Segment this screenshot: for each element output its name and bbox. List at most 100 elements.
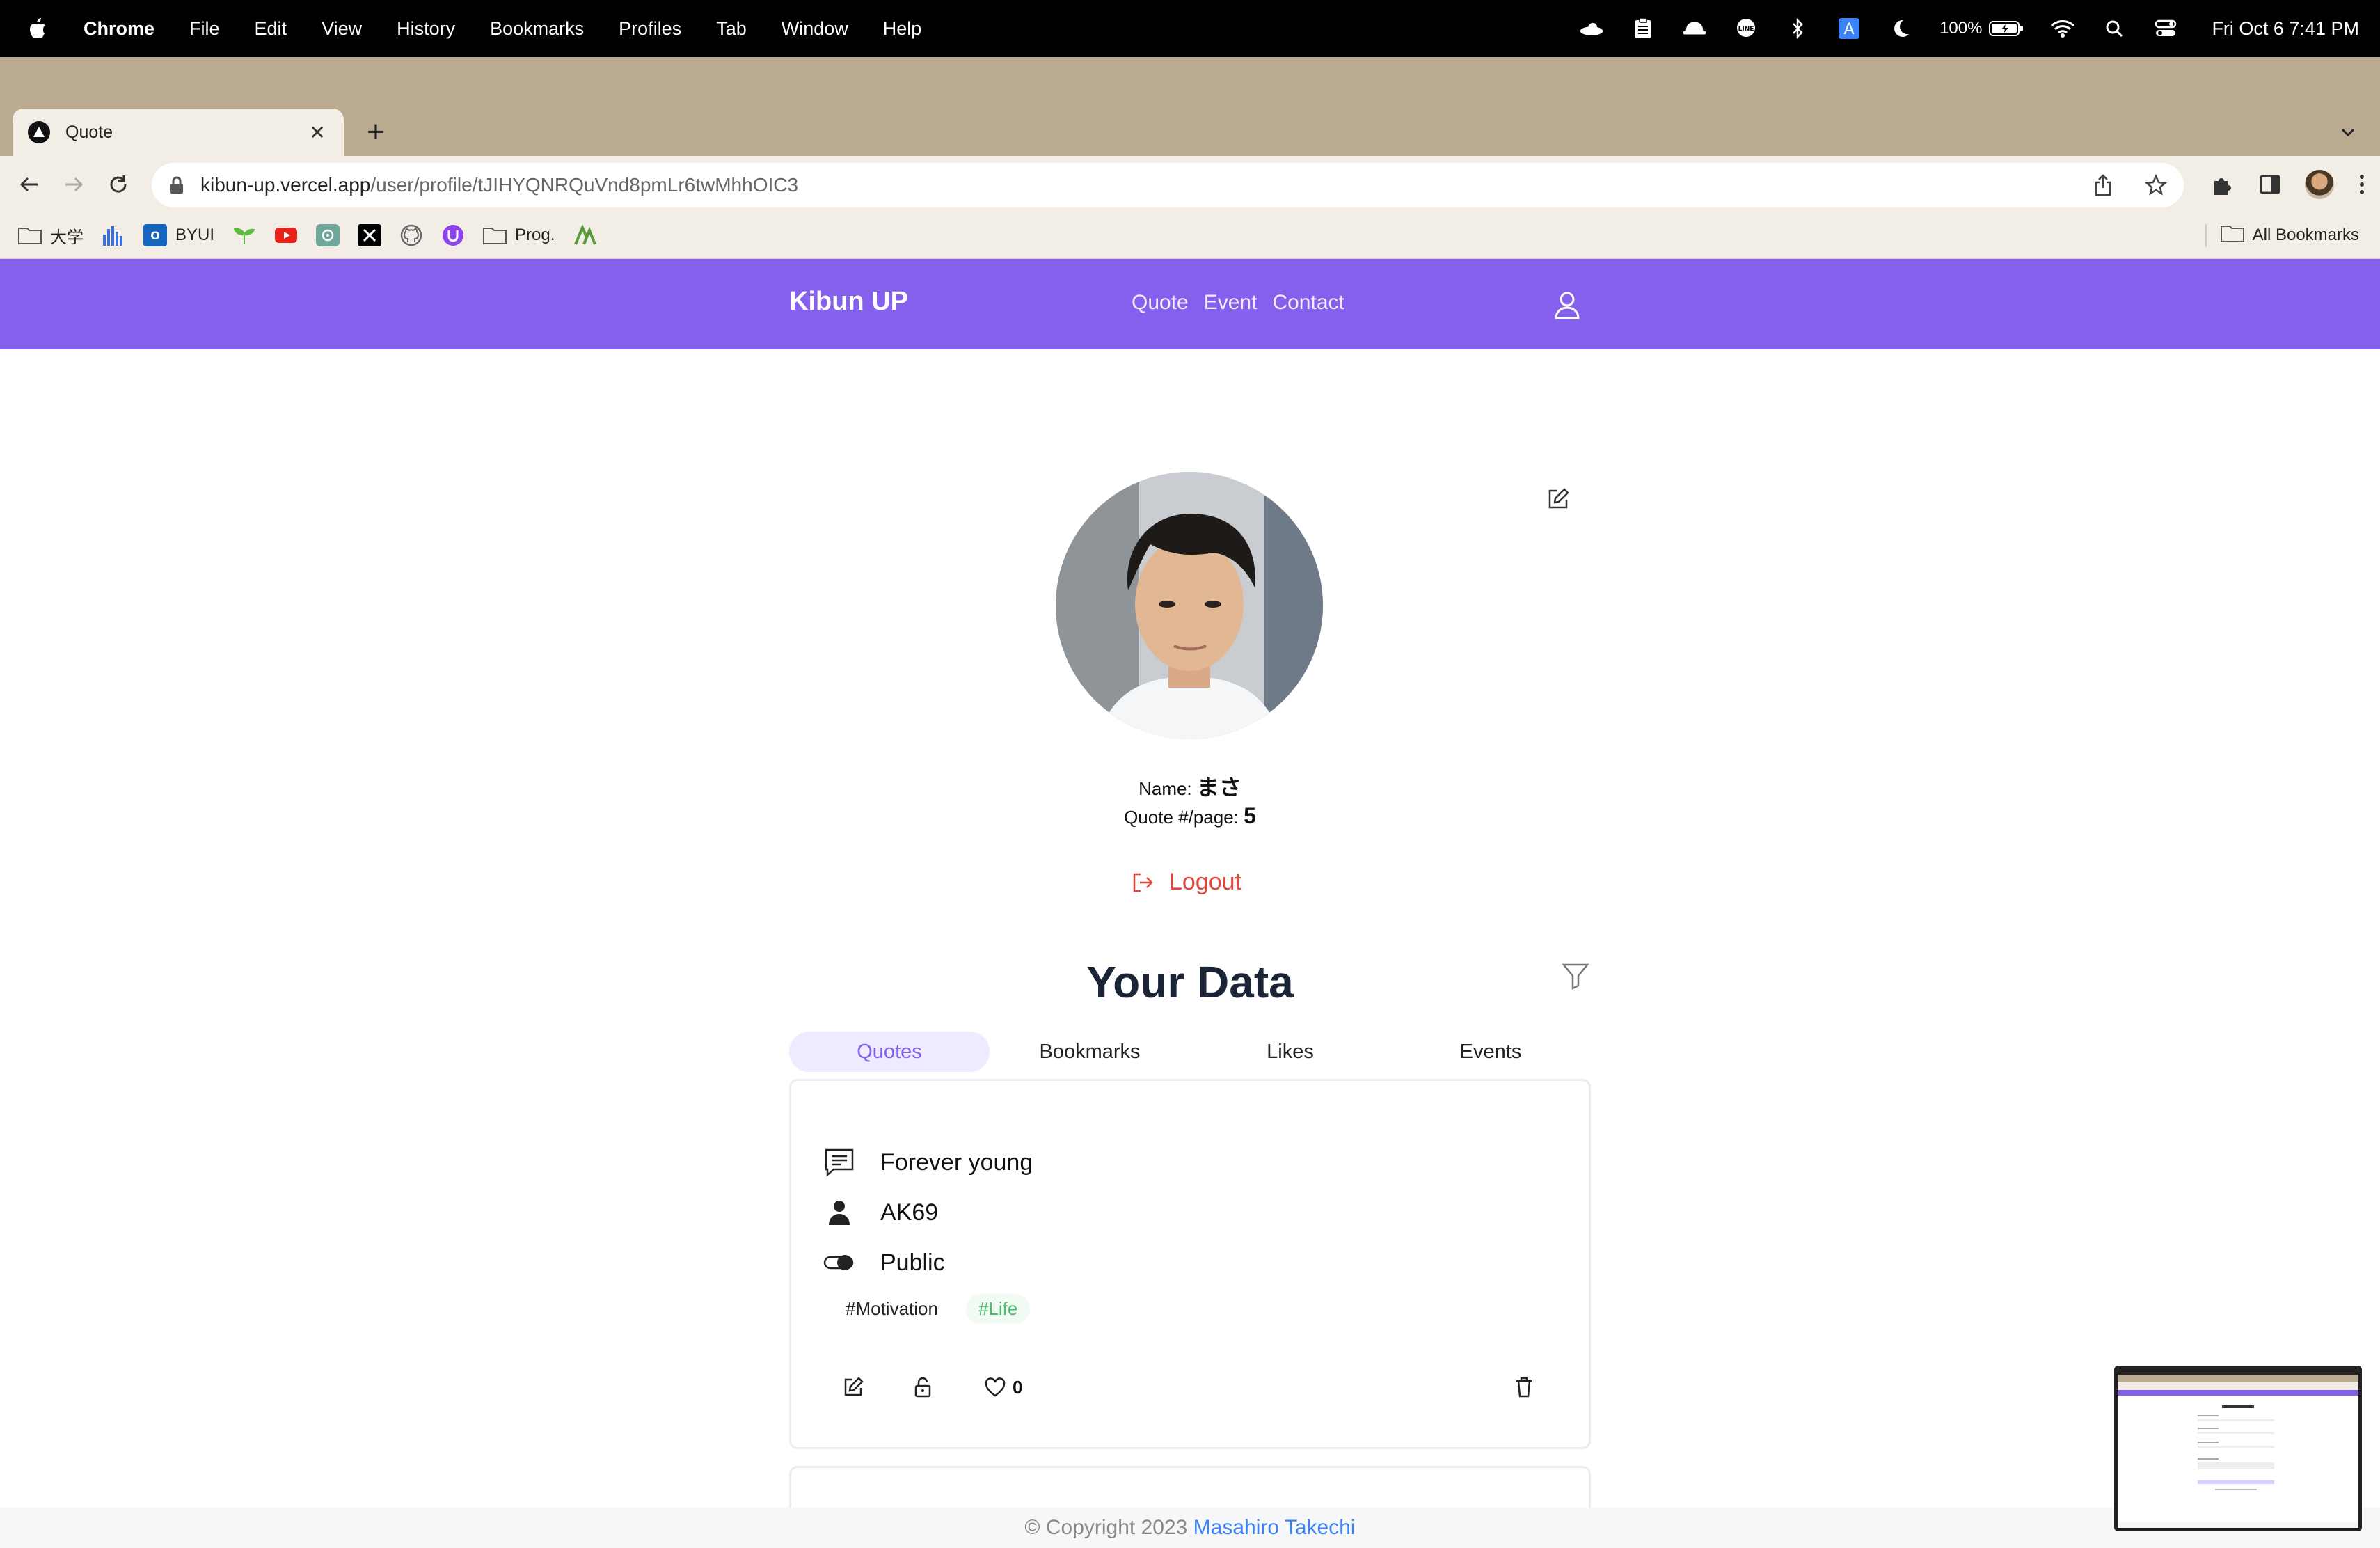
line-icon[interactable]: LINE [1734, 16, 1759, 41]
bookmark-udemy[interactable] [441, 224, 465, 246]
back-arrow-icon[interactable] [14, 169, 45, 200]
github-icon [399, 224, 423, 246]
url-text: kibun-up.vercel.app/user/profile/tJIHYQN… [200, 174, 798, 196]
bluetooth-icon[interactable] [1785, 16, 1810, 41]
toggle-privacy-button[interactable] [914, 1368, 932, 1407]
menu-profiles[interactable]: Profiles [619, 18, 681, 40]
outlook-icon: O [143, 224, 167, 246]
quote-actions: 0 [791, 1368, 1589, 1407]
share-icon[interactable] [2093, 174, 2113, 196]
clipboard-icon[interactable] [1631, 16, 1656, 41]
tab-likes[interactable]: Likes [1190, 1032, 1390, 1072]
profile-avatar-icon[interactable] [2305, 170, 2334, 199]
browser-tab-quote[interactable]: Quote ✕ [13, 109, 344, 156]
menu-edit[interactable]: Edit [255, 18, 287, 40]
quote-text-row: Forever young [823, 1146, 1033, 1178]
menu-history[interactable]: History [397, 18, 455, 40]
menu-file[interactable]: File [189, 18, 220, 40]
folder-icon [2220, 224, 2244, 247]
extensions-puzzle-icon[interactable] [2212, 173, 2235, 196]
browser-tab-strip: Quote ✕ + [0, 57, 2380, 156]
moon-icon[interactable] [1888, 16, 1913, 41]
spotlight-search-icon[interactable] [2102, 16, 2127, 41]
copyright-text: © Copyright 2023 [1024, 1516, 1188, 1539]
folder-icon [18, 224, 42, 246]
bookmark-youtube[interactable] [274, 224, 298, 246]
cloud-app-icon[interactable] [1579, 16, 1604, 41]
logout-button[interactable]: Logout [1132, 869, 1241, 896]
menu-help[interactable]: Help [883, 18, 922, 40]
menu-bookmarks[interactable]: Bookmarks [490, 18, 584, 40]
new-tab-button[interactable]: + [362, 117, 390, 148]
battery-icon [1989, 21, 2024, 36]
all-bookmarks-button[interactable]: All Bookmarks [2205, 223, 2359, 247]
quotes-per-page-value: 5 [1244, 803, 1256, 828]
folder-icon [483, 224, 507, 246]
more-menu-icon[interactable] [2358, 173, 2366, 196]
battery-status[interactable]: 100% [1939, 19, 2024, 38]
control-center-icon[interactable] [2153, 16, 2178, 41]
screenshot-thumbnail[interactable] [2114, 1366, 2362, 1531]
hat-icon[interactable] [1682, 16, 1707, 41]
bookmark-github[interactable] [399, 224, 423, 246]
bookmark-byui[interactable]: O BYUI [143, 224, 214, 246]
tag-motivation[interactable]: #Motivation [833, 1294, 951, 1324]
reload-icon[interactable] [103, 169, 134, 200]
bookmark-chatgpt[interactable] [316, 224, 340, 246]
nav-link-quote[interactable]: Quote [1132, 291, 1189, 315]
bookmark-app[interactable] [573, 224, 597, 246]
wifi-icon[interactable] [2050, 16, 2075, 41]
app-icon [573, 224, 597, 246]
bookmark-star-icon[interactable] [2145, 174, 2167, 196]
svg-text:LINE: LINE [1738, 26, 1754, 33]
menu-view[interactable]: View [322, 18, 362, 40]
profile-avatar [1056, 472, 1323, 739]
bookmark-x[interactable] [358, 224, 382, 246]
quote-tags: #Motivation #Life [833, 1294, 1031, 1324]
apple-icon[interactable] [25, 15, 49, 42]
forward-arrow-icon[interactable] [58, 169, 89, 200]
menu-window[interactable]: Window [782, 18, 848, 40]
menu-tab[interactable]: Tab [716, 18, 747, 40]
author-link[interactable]: Masahiro Takechi [1193, 1516, 1356, 1539]
close-tab-icon[interactable]: ✕ [306, 121, 328, 144]
address-bar[interactable]: kibun-up.vercel.app/user/profile/tJIHYQN… [152, 163, 2184, 207]
url-path: /user/profile/tJIHYQNRQuVnd8pmLr6twMhhOI… [370, 174, 799, 196]
bookmark-daigaku[interactable]: 大学 [18, 223, 84, 248]
like-count: 0 [1013, 1376, 1023, 1398]
tag-life[interactable]: #Life [965, 1294, 1031, 1324]
like-button[interactable]: 0 [985, 1368, 1022, 1407]
tab-search-chevron-icon[interactable] [2337, 121, 2359, 143]
user-account-icon[interactable] [1552, 290, 1582, 320]
bookmark-sprout[interactable] [232, 224, 256, 246]
bookmark-label: 大学 [50, 228, 84, 247]
quote-visibility-row: Public [823, 1247, 945, 1279]
menubar-clock[interactable]: Fri Oct 6 7:41 PM [2212, 18, 2359, 40]
filter-icon[interactable] [1562, 962, 1589, 990]
tab-title: Quote [65, 122, 113, 142]
nav-link-event[interactable]: Event [1204, 291, 1258, 315]
input-source-icon[interactable]: A [1836, 16, 1862, 41]
bookmark-prog[interactable]: Prog. [483, 224, 555, 246]
menu-app-chrome[interactable]: Chrome [84, 18, 154, 40]
quote-card: Forever young AK69 Public #Motivation #L… [789, 1079, 1591, 1449]
lock-icon[interactable] [168, 175, 185, 195]
trash-icon [1516, 1377, 1532, 1398]
side-panel-icon[interactable] [2259, 173, 2281, 196]
person-icon [823, 1196, 855, 1229]
chatgpt-icon [316, 224, 340, 246]
logout-icon [1133, 873, 1153, 892]
edit-profile-icon[interactable] [1546, 487, 1570, 511]
tab-bookmarks[interactable]: Bookmarks [990, 1032, 1190, 1072]
edit-quote-button[interactable] [843, 1368, 864, 1407]
bookmark-chart[interactable] [102, 224, 125, 246]
profile-name-line: Name: まさ [0, 770, 2380, 802]
tab-events[interactable]: Events [1390, 1032, 1591, 1072]
site-logo[interactable]: Kibun UP [789, 287, 908, 317]
heart-icon [985, 1377, 1006, 1397]
delete-quote-button[interactable] [1515, 1368, 1533, 1407]
site-nav: Quote Event Contact [1132, 291, 1344, 315]
tab-quotes[interactable]: Quotes [789, 1032, 990, 1072]
chart-icon [102, 224, 125, 246]
nav-link-contact[interactable]: Contact [1272, 291, 1344, 315]
